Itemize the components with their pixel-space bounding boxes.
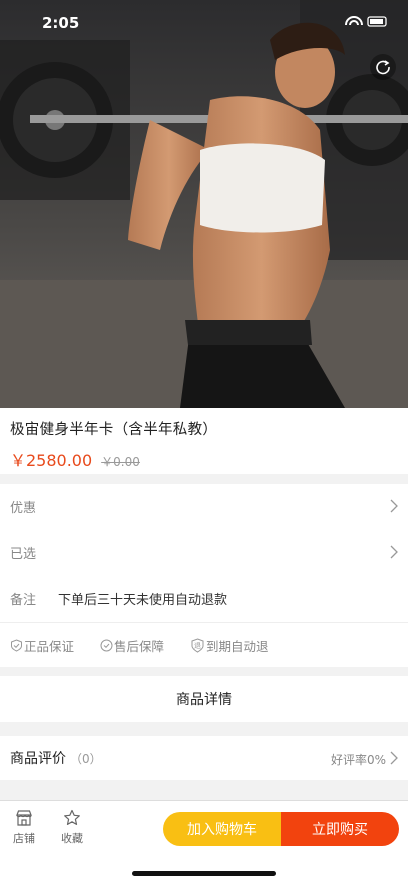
status-icons [345, 16, 387, 27]
guarantee-genuine: 正品保证 [10, 636, 74, 655]
note-row: 备注 下单后三十天未使用自动退款 [0, 576, 408, 620]
guarantee-after-sale: 售后保障 [100, 636, 164, 655]
price-row: ￥2580.00 ￥0.00 [10, 447, 398, 471]
favorite-label: 收藏 [61, 832, 83, 845]
share-icon [376, 60, 390, 75]
star-icon [64, 809, 80, 825]
note-value: 下单后三十天未使用自动退款 [58, 592, 228, 608]
guarantee-bar: 正品保证 售后保障 退 到期自动退 [0, 622, 408, 667]
selected-row[interactable]: 已选 [0, 530, 408, 574]
status-time: 2:05 [42, 14, 80, 32]
positive-rate: 好评率0% [330, 753, 386, 767]
home-indicator [132, 871, 276, 876]
product-info: 极宙健身半年卡（含半年私教） ￥2580.00 ￥0.00 [0, 408, 408, 474]
reviews-title: 商品评价 [10, 751, 66, 767]
reviews-row[interactable]: 商品评价 （0） 好评率0% [0, 736, 408, 780]
guarantee-after-sale-label: 售后保障 [114, 638, 165, 654]
promo-row[interactable]: 优惠 [0, 484, 408, 528]
chevron-right-icon [390, 545, 398, 559]
reviews-count: （0） [70, 751, 102, 766]
selected-label: 已选 [10, 546, 37, 562]
chevron-right-icon [390, 751, 398, 765]
details-label: 商品详情 [176, 692, 232, 708]
store-label: 店铺 [13, 832, 35, 845]
add-to-cart-button[interactable]: 加入购物车 [163, 812, 281, 846]
product-title: 极宙健身半年卡（含半年私教） [10, 422, 218, 438]
product-photo [0, 0, 408, 408]
share-button[interactable] [370, 54, 396, 80]
note-label: 备注 [10, 592, 37, 608]
store-tab[interactable]: 店铺 [4, 809, 44, 846]
store-icon [16, 810, 32, 826]
bottom-action-bar: 店铺 收藏 加入购物车 立即购买 [0, 800, 408, 883]
guarantee-auto-refund-label: 到期自动退 [206, 638, 269, 654]
chevron-right-icon [390, 499, 398, 513]
svg-text:退: 退 [194, 641, 201, 650]
product-image[interactable]: 2:05 [0, 0, 408, 408]
buy-now-button[interactable]: 立即购买 [281, 812, 399, 846]
product-details-tab[interactable]: 商品详情 [0, 676, 408, 722]
original-price: ￥0.00 [101, 455, 140, 469]
shield-check-icon [11, 638, 22, 652]
check-circle-icon [100, 639, 113, 651]
options-panel: 优惠 已选 备注 下单后三十天未使用自动退款 正品保证 售后保障 退 到期自动退 [0, 484, 408, 667]
promo-label: 优惠 [10, 500, 37, 516]
guarantee-genuine-label: 正品保证 [24, 638, 75, 654]
product-price: ￥2580.00 [10, 451, 93, 470]
favorite-tab[interactable]: 收藏 [52, 809, 92, 846]
refund-badge-icon: 退 [191, 637, 204, 653]
guarantee-auto-refund: 退 到期自动退 [190, 636, 269, 655]
